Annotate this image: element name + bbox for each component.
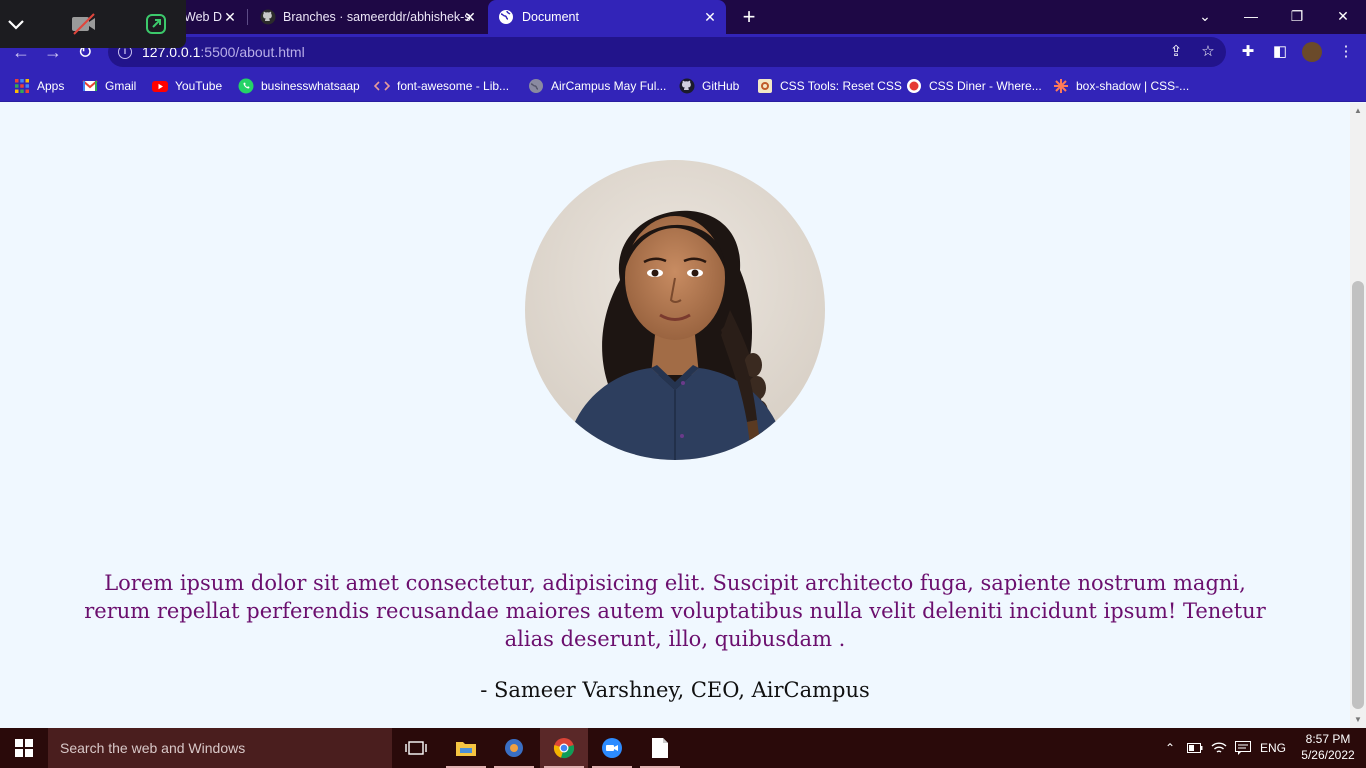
- bookmark-label: GitHub: [702, 79, 740, 93]
- bookmark-box-shadow[interactable]: box-shadow | CSS-...: [1053, 76, 1189, 96]
- scroll-down-arrow-icon[interactable]: ▼: [1350, 712, 1366, 728]
- bookmark-css-tools[interactable]: CSS Tools: Reset CSS: [757, 76, 902, 96]
- tab-document[interactable]: Document ✕: [488, 0, 726, 34]
- new-tab-button[interactable]: +: [738, 6, 760, 28]
- url-path: :5500/about.html: [200, 44, 305, 60]
- tab-title: Branches · sameerddr/abhishek-s: [283, 10, 471, 24]
- github-icon: [679, 78, 695, 94]
- address-bar[interactable]: i 127.0.0.1:5500/about.html ⇪ ☆: [108, 37, 1226, 67]
- bookmark-label: businesswhatsaap: [261, 79, 360, 93]
- start-button[interactable]: [0, 728, 48, 768]
- search-placeholder: Search the web and Windows: [60, 740, 246, 756]
- testimonial-quote: Lorem ipsum dolor sit amet consectetur, …: [84, 571, 1266, 651]
- share-icon[interactable]: ⇪: [1166, 42, 1186, 62]
- bookmark-css-diner[interactable]: CSS Diner - Where...: [906, 76, 1042, 96]
- bookmark-youtube[interactable]: YouTube: [152, 76, 222, 96]
- document-icon: [652, 738, 668, 758]
- chrome-icon: [553, 738, 575, 759]
- show-hidden-icons-chevron-icon[interactable]: ⌃: [1160, 728, 1180, 768]
- taskbar-search-box[interactable]: Search the web and Windows: [48, 728, 392, 768]
- camera-off-icon[interactable]: [70, 12, 98, 36]
- tab-strip: Web D ✕ Branches · sameerddr/abhishek-s …: [0, 0, 1366, 34]
- bookmark-gmail[interactable]: Gmail: [82, 76, 136, 96]
- taskbar-chrome[interactable]: [540, 728, 588, 768]
- youtube-icon: [152, 81, 168, 92]
- bookmark-label: Gmail: [105, 79, 137, 93]
- extensions-puzzle-icon[interactable]: ✚: [1238, 42, 1258, 62]
- chevron-down-icon[interactable]: [6, 14, 26, 34]
- tab-branches[interactable]: Branches · sameerddr/abhishek-s ✕: [250, 0, 486, 34]
- clock-time: 8:57 PM: [1305, 732, 1351, 746]
- minimize-button[interactable]: —: [1228, 0, 1274, 32]
- close-icon[interactable]: ✕: [222, 9, 238, 25]
- testimonial-author: - Sameer Varshney, CEO, AirCampus: [480, 678, 870, 702]
- page-content: Lorem ipsum dolor sit amet consectetur, …: [0, 103, 1350, 728]
- tab-title: Document: [522, 10, 579, 24]
- side-panel-icon[interactable]: ◧: [1270, 42, 1290, 62]
- tab-separator: [247, 9, 248, 25]
- scroll-up-arrow-icon[interactable]: ▲: [1350, 103, 1366, 119]
- battery-icon[interactable]: [1184, 728, 1206, 768]
- scrollbar-thumb[interactable]: [1352, 281, 1364, 709]
- folder-icon: [456, 742, 476, 756]
- bookmark-label: font-awesome - Lib...: [397, 79, 510, 93]
- windows-logo-icon: [15, 739, 33, 757]
- bookmark-label: box-shadow | CSS-...: [1076, 79, 1190, 93]
- bookmark-apps[interactable]: Apps: [14, 76, 64, 96]
- windows-taskbar: Search the web and Windows ⌃ ENG 8:57 PM…: [0, 728, 1366, 768]
- bookmark-businesswhatsaap[interactable]: businesswhatsaap: [238, 76, 360, 96]
- bookmark-label: AirCampus May Ful...: [551, 79, 667, 93]
- globe-icon: [499, 10, 513, 24]
- github-icon: [260, 9, 276, 25]
- whatsapp-icon: [238, 78, 254, 94]
- language-indicator[interactable]: ENG: [1256, 728, 1290, 768]
- bookmark-label: Apps: [37, 79, 65, 93]
- zoom-icon: [602, 738, 622, 758]
- taskbar-notepad[interactable]: [636, 728, 684, 768]
- apps-grid-icon: [15, 79, 29, 93]
- code-icon: [374, 81, 390, 91]
- notifications-icon[interactable]: [1232, 728, 1254, 768]
- bookmark-star-icon[interactable]: ☆: [1198, 42, 1218, 62]
- taskbar-zoom[interactable]: [588, 728, 636, 768]
- bookmark-label: YouTube: [175, 79, 223, 93]
- taskbar-app-media[interactable]: [490, 728, 538, 768]
- media-player-icon: [505, 739, 523, 757]
- taskbar-file-explorer[interactable]: [442, 728, 490, 768]
- close-icon[interactable]: ✕: [462, 9, 478, 25]
- bookmark-github[interactable]: GitHub: [679, 76, 739, 96]
- bookmarks-bar: Apps Gmail YouTube businesswhatsaap font…: [0, 70, 1366, 102]
- tab-title: Web D: [184, 10, 222, 24]
- bookmark-label: CSS Tools: Reset CSS: [780, 79, 902, 93]
- globe-icon: [529, 79, 543, 93]
- browser-toolbar: ← → ↻ i 127.0.0.1:5500/about.html ⇪ ☆ ✚ …: [0, 34, 1366, 70]
- profile-photo: [525, 160, 825, 460]
- close-window-button[interactable]: ✕: [1320, 0, 1366, 32]
- css-tools-icon: [758, 79, 772, 93]
- page-scrollbar[interactable]: ▲ ▼: [1350, 103, 1366, 728]
- task-view-button[interactable]: [392, 728, 440, 768]
- bookmark-label: CSS Diner - Where...: [929, 79, 1042, 93]
- menu-kebab-icon[interactable]: ⋮: [1336, 42, 1356, 62]
- pop-out-icon[interactable]: [144, 12, 168, 36]
- tab-search-icon[interactable]: ⌄: [1182, 0, 1228, 32]
- call-controls-overlay: [0, 0, 186, 48]
- profile-avatar[interactable]: [1302, 42, 1322, 62]
- gmail-icon: [82, 80, 98, 91]
- system-clock[interactable]: 8:57 PM 5/26/2022: [1292, 731, 1364, 763]
- close-icon[interactable]: ✕: [702, 9, 718, 25]
- bookmark-font-awesome[interactable]: font-awesome - Lib...: [374, 76, 509, 96]
- clock-date: 5/26/2022: [1301, 748, 1355, 762]
- portrait-image: [525, 160, 825, 460]
- css-tricks-icon: [1054, 79, 1068, 93]
- task-view-icon: [405, 741, 427, 755]
- bookmark-aircampus[interactable]: AirCampus May Ful...: [528, 76, 666, 96]
- restore-button[interactable]: ❐: [1274, 0, 1320, 32]
- css-diner-icon: [907, 79, 921, 93]
- wifi-icon[interactable]: [1208, 728, 1230, 768]
